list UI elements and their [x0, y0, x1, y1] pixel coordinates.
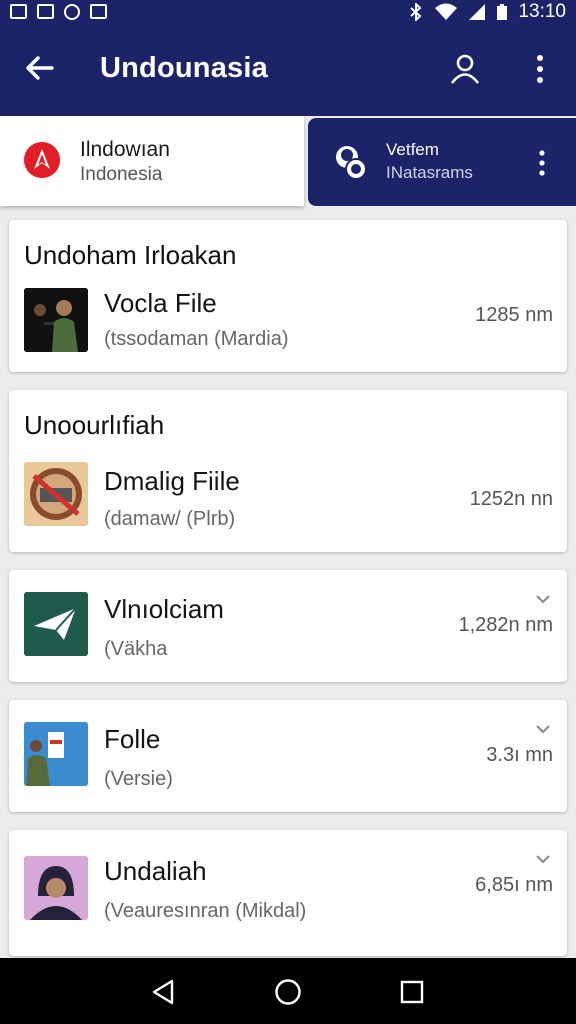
status-bar: 13:10: [0, 0, 576, 24]
bluetooth-icon: [410, 3, 422, 21]
recents-square-icon[interactable]: [398, 978, 426, 1006]
file-name[interactable]: Undaliah: [104, 856, 207, 887]
file-subtitle: (damaw/ (Plrb): [104, 508, 236, 530]
back-arrow-icon[interactable]: [24, 52, 56, 84]
tab-left-title: Ilndowıan: [80, 138, 170, 161]
status-time: 13:10: [518, 1, 566, 22]
file-size: 3.3ı mn: [486, 744, 553, 766]
chevron-down-icon[interactable]: [535, 594, 551, 604]
tab-right-title: Vetfem: [386, 140, 439, 159]
brand-logo-icon: [24, 142, 60, 178]
file-name[interactable]: Vlnıolciam: [104, 594, 224, 625]
file-subtitle: (Veauresınran (Mikdal): [104, 900, 307, 922]
file-name[interactable]: Vocla File: [104, 288, 217, 319]
tab-profile[interactable]: Vetfem INatasrams: [308, 118, 576, 206]
section-card: Unoourlıfiah Dmalig Fiile (damaw/ (Plrb)…: [9, 390, 567, 552]
section-title: Unoourlıfiah: [24, 410, 165, 440]
back-triangle-icon[interactable]: [150, 978, 178, 1006]
stamp-photo: [24, 462, 88, 526]
more-vert-icon[interactable]: [528, 52, 552, 86]
signal-icon: [469, 4, 486, 20]
gallery-icon: [37, 4, 54, 19]
performer-photo: [24, 288, 88, 352]
chevron-down-icon[interactable]: [535, 724, 551, 734]
battery-icon: [497, 4, 508, 20]
wifi-icon: [435, 3, 458, 20]
file-subtitle: (Versie): [104, 768, 173, 790]
home-circle-icon[interactable]: [274, 978, 302, 1006]
section-title: Undoham Irloakan: [24, 240, 237, 270]
file-size: 1,282n nm: [458, 614, 553, 636]
tab-right-subtitle: INatasrams: [386, 163, 473, 182]
file-card[interactable]: Vlnıolciam (Väkha 1,282n nm: [9, 570, 567, 682]
system-nav-bar: [0, 958, 576, 1024]
hooded-person-photo: [24, 856, 88, 920]
section-card: Undoham Irloakan Vocla File (tssodaman (…: [9, 220, 567, 372]
file-card[interactable]: Folle (Versie) 3.3ı mn: [9, 700, 567, 812]
paper-plane-app-icon: [24, 592, 88, 656]
file-size: 1285 nm: [475, 304, 553, 326]
page-title: Undounasia: [100, 52, 268, 84]
file-name[interactable]: Folle: [104, 724, 160, 755]
image-icon: [10, 4, 27, 19]
tab-indonesia[interactable]: Ilndowıan Indonesia: [0, 116, 304, 206]
file-card[interactable]: Undaliah (Veauresınran (Mikdal) 6,85ı nm: [9, 830, 567, 956]
account-tabs: Ilndowıan Indonesia Vetfem INatasrams: [0, 116, 576, 210]
chevron-down-icon[interactable]: [535, 854, 551, 864]
user-icon[interactable]: [448, 52, 482, 86]
profile-chat-icon: [336, 146, 367, 180]
app-bar: Undounasia: [0, 24, 576, 116]
sync-icon: [64, 4, 80, 20]
person-sign-photo: [24, 722, 88, 786]
more-vert-icon[interactable]: [536, 148, 548, 178]
file-subtitle: (tssodaman (Mardia): [104, 328, 289, 350]
file-size: 1252n nn: [469, 488, 553, 510]
file-subtitle: (Väkha: [104, 638, 168, 660]
file-size: 6,85ı nm: [475, 874, 553, 896]
file-name[interactable]: Dmalig Fiile: [104, 466, 240, 497]
photo-icon: [90, 4, 107, 19]
tab-left-subtitle: Indonesia: [80, 164, 163, 185]
